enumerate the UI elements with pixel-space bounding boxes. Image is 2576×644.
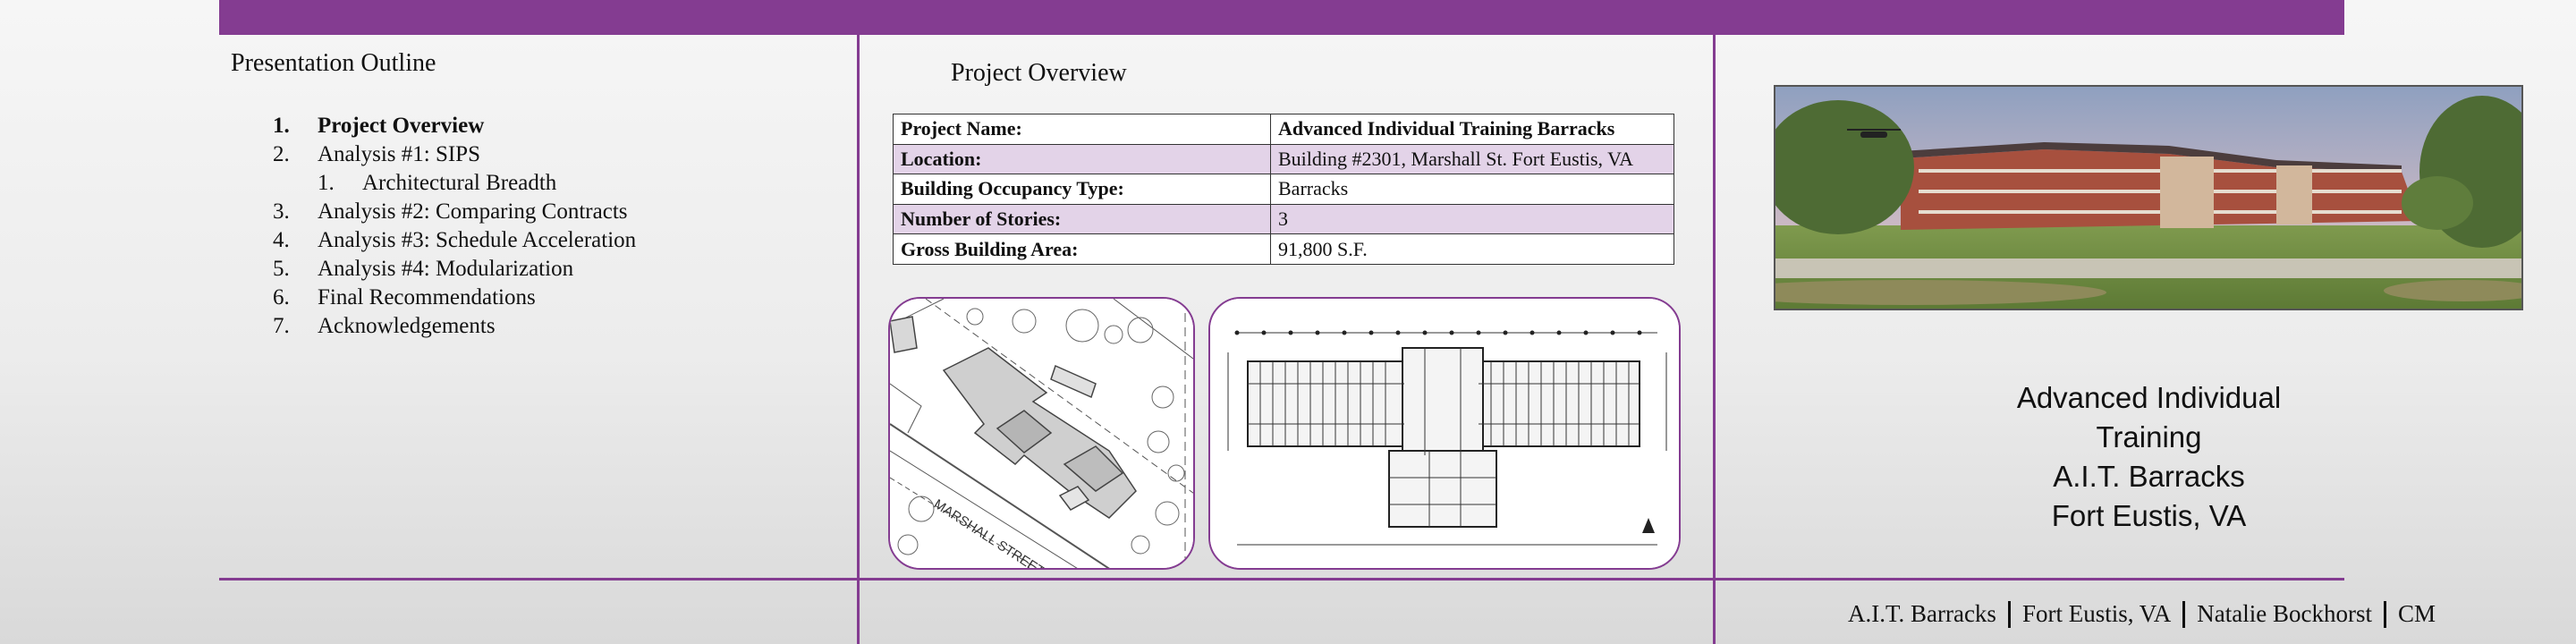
outline-item-label: Analysis #3: Schedule Acceleration bbox=[318, 228, 637, 252]
table-row: Building Occupancy Type: Barracks bbox=[893, 174, 1674, 205]
footer-option: CM bbox=[2397, 600, 2436, 627]
table-row: Gross Building Area: 91,800 S.F. bbox=[893, 233, 1674, 265]
outline-item-label: Analysis #2: Comparing Contracts bbox=[318, 199, 628, 224]
footer-project: A.I.T. Barracks bbox=[1848, 600, 1996, 627]
outline-list: 1. Project Overview 2. Analysis #1: SIPS 1… bbox=[273, 112, 636, 341]
outline-title: Presentation Outline bbox=[231, 49, 436, 77]
outline-item[interactable]: 3. Analysis #2: Comparing Contracts bbox=[273, 198, 636, 226]
outline-item-label: Acknowledgements bbox=[318, 314, 496, 338]
table-row: Location: Building #2301, Marshall St. F… bbox=[893, 143, 1674, 175]
table-value: Advanced Individual Training Barracks bbox=[1270, 114, 1674, 145]
project-name-line: Advanced Individual bbox=[2016, 381, 2282, 414]
footer-separator bbox=[2383, 600, 2386, 628]
column-divider-right bbox=[1713, 35, 1716, 644]
table-key: Gross Building Area: bbox=[893, 233, 1271, 265]
barracks-rendering-image bbox=[1774, 85, 2523, 310]
table-key: Project Name: bbox=[893, 114, 1271, 145]
outline-item-label: Analysis #4: Modularization bbox=[318, 257, 574, 281]
footer-author: Natalie Bockhorst bbox=[2197, 600, 2372, 627]
project-name-block: Advanced Individual Training A.I.T. Barr… bbox=[1950, 378, 2348, 536]
project-name-line: Training bbox=[2096, 420, 2202, 453]
footer-separator bbox=[2182, 600, 2186, 628]
table-key: Location: bbox=[893, 143, 1271, 175]
table-key: Building Occupancy Type: bbox=[893, 174, 1271, 205]
table-value: 91,800 S.F. bbox=[1270, 233, 1674, 265]
table-key: Number of Stories: bbox=[893, 203, 1271, 235]
column-divider-left bbox=[857, 35, 860, 644]
outline-item-label: Final Recommendations bbox=[318, 285, 536, 309]
bottom-accent-line bbox=[219, 578, 2344, 580]
footer: A.I.T. Barracks Fort Eustis, VA Natalie … bbox=[1848, 600, 2436, 628]
floor-plan-image bbox=[1208, 297, 1681, 570]
project-name-line: Fort Eustis, VA bbox=[2051, 499, 2247, 532]
outline-item-label: Project Overview bbox=[318, 114, 485, 138]
overview-title: Project Overview bbox=[951, 59, 1127, 87]
outline-item[interactable]: 6. Final Recommendations bbox=[273, 284, 636, 312]
table-value: 3 bbox=[1270, 203, 1674, 235]
top-accent-bar bbox=[219, 0, 2344, 35]
site-plan-image: MARSHALL STREET bbox=[888, 297, 1195, 570]
table-row: Project Name: Advanced Individual Traini… bbox=[893, 114, 1674, 145]
project-info-table: Project Name: Advanced Individual Traini… bbox=[893, 114, 1674, 265]
outline-subitem[interactable]: 1. Architectural Breadth bbox=[273, 169, 636, 198]
table-value: Barracks bbox=[1270, 174, 1674, 205]
table-value: Building #2301, Marshall St. Fort Eustis… bbox=[1270, 143, 1674, 175]
outline-item[interactable]: 4. Analysis #3: Schedule Acceleration bbox=[273, 226, 636, 255]
outline-item-label: Analysis #1: SIPS bbox=[318, 142, 480, 166]
outline-item-label: Architectural Breadth bbox=[362, 171, 557, 195]
outline-item[interactable]: 5. Analysis #4: Modularization bbox=[273, 255, 636, 284]
outline-item[interactable]: 7. Acknowledgements bbox=[273, 312, 636, 341]
project-name-line: A.I.T. Barracks bbox=[2053, 460, 2245, 493]
outline-item[interactable]: 2. Analysis #1: SIPS bbox=[273, 140, 636, 169]
outline-item[interactable]: 1. Project Overview bbox=[273, 112, 636, 140]
footer-separator bbox=[2007, 600, 2011, 628]
table-row: Number of Stories: 3 bbox=[893, 203, 1674, 235]
footer-location: Fort Eustis, VA bbox=[2021, 600, 2172, 627]
